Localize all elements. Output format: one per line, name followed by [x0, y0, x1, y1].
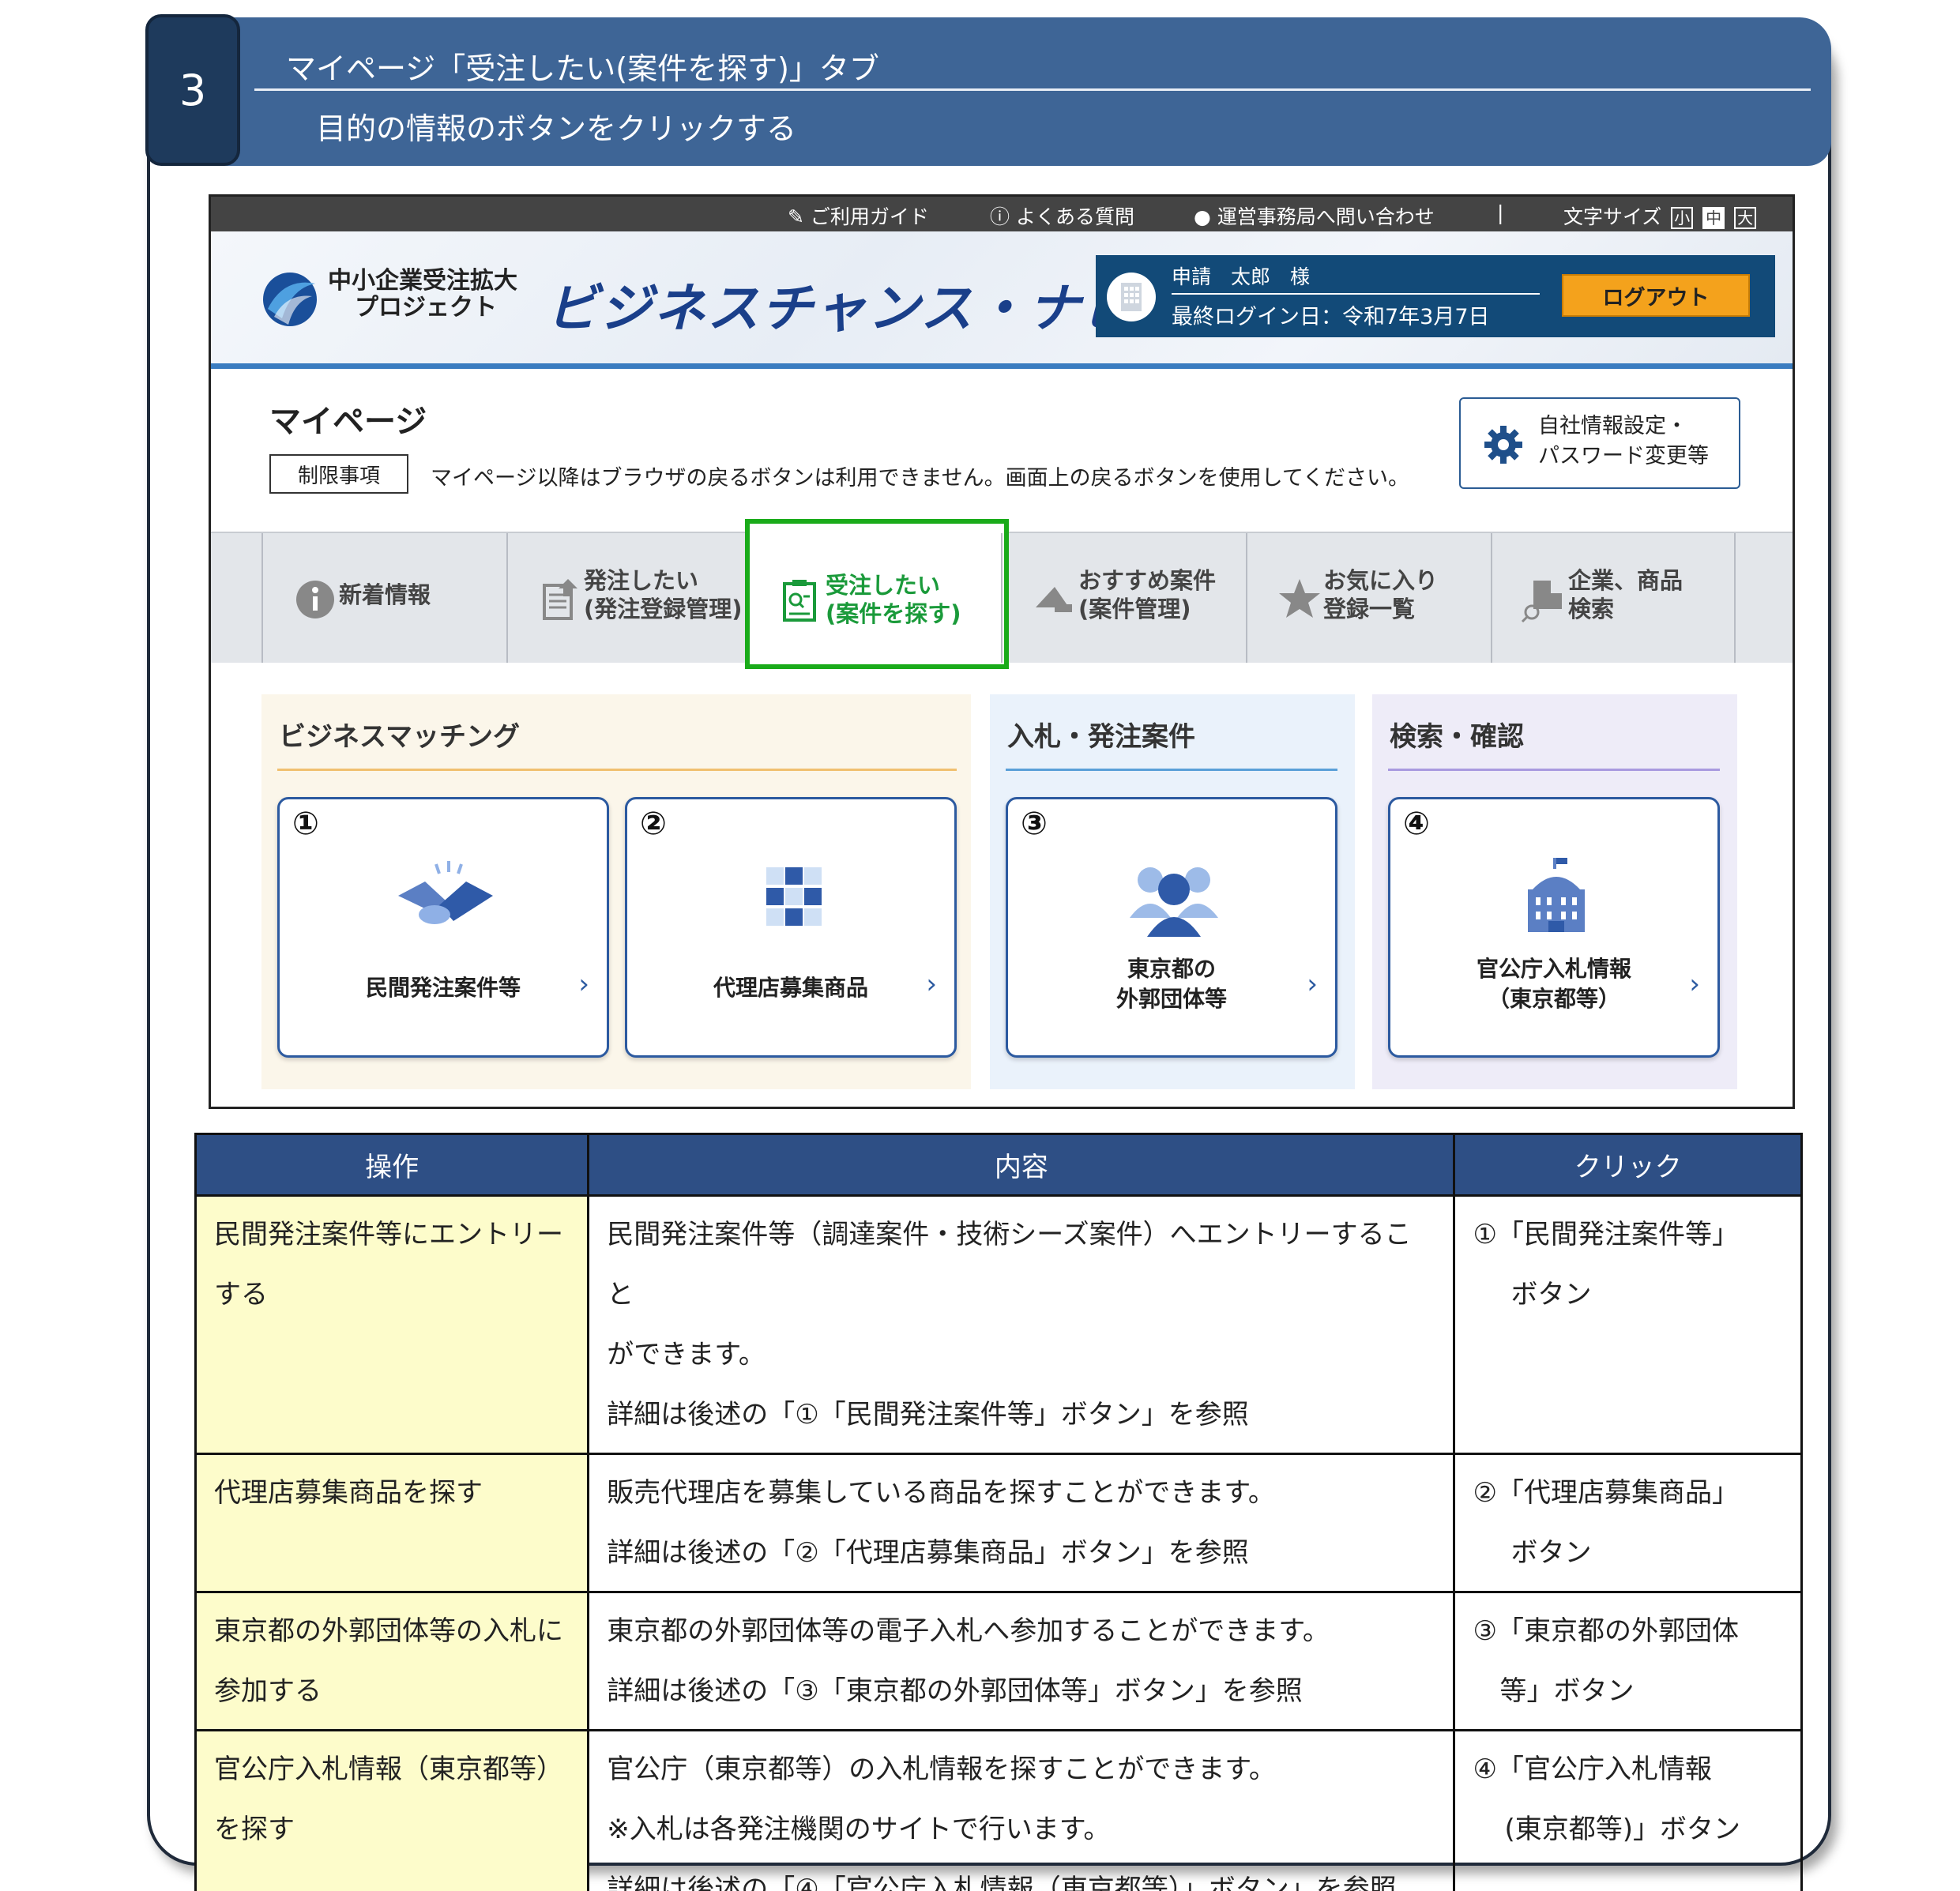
project-logo-icon: [263, 273, 317, 326]
contact-link[interactable]: ● 運営事務局へ問い合わせ: [1194, 201, 1435, 230]
document-icon: [543, 579, 577, 620]
building-search-icon: [1521, 581, 1562, 623]
grid-icon: [766, 867, 822, 926]
font-large-button[interactable]: 大: [1734, 207, 1757, 229]
chat-icon: ●: [1194, 205, 1217, 228]
project-logo-text: 中小企業受注拡大 プロジェクト: [328, 267, 517, 321]
section-business-matching: ビジネスマッチング ① 民間発注案件等 › ② 代理店募集商品 ›: [261, 694, 971, 1089]
table-row: 代理店募集商品を探す 販売代理店を募集している商品を探すことができます。 詳細は後…: [194, 1453, 1803, 1593]
question-icon: ⓘ: [990, 205, 1016, 228]
card-private-orders[interactable]: ① 民間発注案件等 ›: [277, 797, 609, 1058]
operations-table: 操作 内容 クリック 民間発注案件等にエントリー する 民間発注案件等（調達案件・…: [194, 1133, 1803, 1891]
chevron-right-icon: ›: [578, 968, 589, 1000]
click-cell: ④「官公庁入札情報 (東京都等)」ボタン: [1453, 1729, 1803, 1891]
tab-news[interactable]: 新着情報: [261, 533, 506, 663]
header-operation: 操作: [194, 1133, 590, 1197]
separator: |: [1497, 201, 1504, 224]
operation-cell: 官公庁入札情報（東京都等） を探す: [194, 1729, 590, 1891]
content-cell: 民間発注案件等（調達案件・技術シーズ案件）へエントリーすること ができます。 詳細は…: [587, 1194, 1456, 1455]
tab-order[interactable]: 発注したい (発注登録管理): [506, 533, 751, 663]
operation-cell: 代理店募集商品を探す: [194, 1453, 590, 1593]
company-settings-button[interactable]: 自社情報設定・ パスワード変更等: [1459, 397, 1740, 489]
brand-divider: [211, 363, 1793, 369]
table-header-row: 操作 内容 クリック: [194, 1133, 1803, 1197]
font-small-button[interactable]: 小: [1671, 207, 1694, 229]
operation-cell: 東京都の外郭団体等の入札に 参加する: [194, 1591, 590, 1731]
section-bidding: 入札・発注案件 ③ 東京都の 外郭団体等 ›: [990, 694, 1355, 1089]
chevron-right-icon: ›: [1689, 968, 1700, 1000]
tab-recommended[interactable]: おすすめ案件 (案件管理): [1001, 533, 1246, 663]
click-cell: ①「民間発注案件等」 ボタン: [1453, 1194, 1803, 1455]
click-cell: ③「東京都の外郭団体 等」ボタン: [1453, 1591, 1803, 1731]
logout-button[interactable]: ログアウト: [1562, 274, 1750, 317]
card-government-bids[interactable]: ④ 官公庁入札情報 （東京都等） ›: [1388, 797, 1720, 1058]
content-cell: 官公庁（東京都等）の入札情報を探すことができます。 ※入札は各発注機関のサイトで行…: [587, 1729, 1456, 1891]
step-divider: [254, 88, 1811, 91]
government-building-icon: [1528, 858, 1585, 932]
table-row: 官公庁入札情報（東京都等） を探す 官公庁（東京都等）の入札情報を探すことができま…: [194, 1729, 1803, 1891]
step-number: 3: [145, 14, 240, 166]
faq-link[interactable]: ⓘ よくある質問: [990, 201, 1134, 230]
header-content: 内容: [587, 1133, 1456, 1197]
gear-icon: [1484, 426, 1522, 464]
click-cell: ②「代理店募集商品」 ボタン: [1453, 1453, 1803, 1593]
screenshot-panel: ✎ ご利用ガイド ⓘ よくある質問 ● 運営事務局へ問い合わせ | 文字サイズ …: [209, 194, 1795, 1109]
chevron-right-icon: ›: [1307, 968, 1318, 1000]
font-mid-button[interactable]: 中: [1702, 207, 1725, 229]
user-divider: [1172, 293, 1540, 295]
clipboard-search-icon: [783, 580, 816, 622]
header-click: クリック: [1453, 1133, 1803, 1197]
card-tokyo-affiliates[interactable]: ③ 東京都の 外郭団体等 ›: [1006, 797, 1337, 1058]
table-row: 民間発注案件等にエントリー する 民間発注案件等（調達案件・技術シーズ案件）へエン…: [194, 1194, 1803, 1455]
megaphone-icon: [1036, 587, 1072, 612]
card-agency-products[interactable]: ② 代理店募集商品 ›: [625, 797, 957, 1058]
pencil-icon: ✎: [788, 205, 811, 228]
utility-bar: ✎ ご利用ガイド ⓘ よくある質問 ● 運営事務局へ問い合わせ | 文字サイズ …: [211, 197, 1793, 231]
operation-cell: 民間発注案件等にエントリー する: [194, 1194, 590, 1455]
people-group-icon: [1130, 867, 1218, 937]
content-cell: 東京都の外郭団体等の電子入札へ参加することができます。 詳細は後述の「③「東京都の…: [587, 1591, 1456, 1731]
content-cell: 販売代理店を募集している商品を探すことができます。 詳細は後述の「②「代理店募集商…: [587, 1453, 1456, 1593]
guide-link[interactable]: ✎ ご利用ガイド: [788, 201, 929, 230]
tab-receive[interactable]: 受注したい (案件を探す): [745, 519, 1009, 669]
brand-header: 中小企業受注拡大 プロジェクト ビジネスチャンス・ナビ 申請 太郎 様 最終ログ…: [211, 231, 1793, 366]
site-title[interactable]: ビジネスチャンス・ナビ: [546, 266, 1135, 342]
info-icon: [296, 581, 334, 618]
restriction-text: マイページ以降はブラウザの戻るボタンは利用できません。画面上の戻るボタンを使用し…: [431, 466, 1410, 491]
building-icon: [1107, 273, 1156, 321]
tab-favorites[interactable]: お気に入り 登録一覧: [1246, 533, 1491, 663]
table-row: 東京都の外郭団体等の入札に 参加する 東京都の外郭団体等の電子入札へ参加することが…: [194, 1591, 1803, 1731]
user-panel: 申請 太郎 様 最終ログイン日：令和7年3月7日 ログアウト: [1096, 255, 1775, 337]
page-title: マイページ: [269, 404, 427, 440]
chevron-right-icon: ›: [926, 968, 937, 1000]
section-search: 検索・確認 ④ 官公庁入札情報 （東京都等） ›: [1372, 694, 1737, 1089]
star-icon: [1279, 579, 1320, 618]
tab-company-search[interactable]: 企業、商品 検索: [1491, 533, 1736, 663]
user-name: 申請 太郎 様: [1172, 265, 1311, 288]
font-size-control: 文字サイズ 小 中 大: [1563, 201, 1757, 230]
mypage-tabs: 新着情報 発注したい (発注登録管理) 受注したい (案件を探す) おすすめ案件 (案…: [211, 519, 1793, 669]
handshake-icon: [398, 861, 493, 924]
restriction-badge: 制限事項: [269, 454, 408, 494]
step-title: マイページ「受注したい(案件を探す)」タブ: [286, 51, 879, 86]
step-subtitle: 目的の情報のボタンをクリックする: [316, 111, 797, 146]
last-login: 最終ログイン日：令和7年3月7日: [1172, 305, 1490, 329]
